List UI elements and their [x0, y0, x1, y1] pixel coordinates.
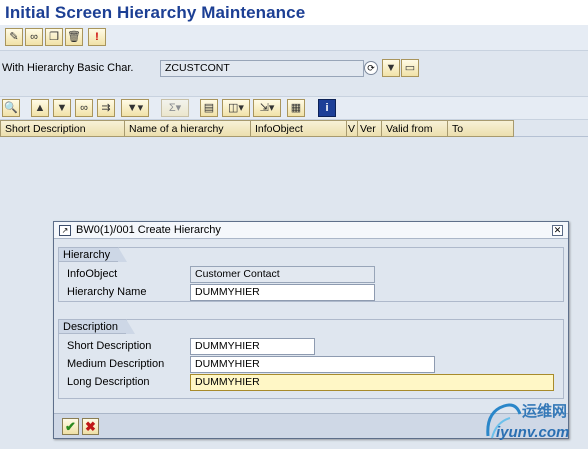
medium-description-label: Medium Description	[67, 358, 165, 370]
medium-description-field[interactable]: DUMMYHIER	[190, 356, 435, 373]
hierarchy-table-header: Short Description Name of a hierarchy In…	[0, 120, 588, 137]
export-dropdown-icon[interactable]: ⇲▾	[253, 99, 281, 117]
basic-char-field[interactable]: ZCUSTCONT	[160, 60, 364, 77]
change-pencil-icon[interactable]: ✎	[5, 28, 23, 46]
cancel-button[interactable]: ✖	[82, 418, 99, 435]
f4-help-icon[interactable]: ⟳	[364, 61, 378, 75]
dialog-title-bar: ↗ BW0(1)/001 Create Hierarchy ✕	[54, 222, 568, 239]
col-to[interactable]: To	[448, 120, 514, 137]
sort-ascending-icon[interactable]: ▲	[31, 99, 49, 117]
short-description-field[interactable]: DUMMYHIER	[190, 338, 315, 355]
long-description-label: Long Description	[67, 376, 150, 388]
info-exclamation-icon[interactable]: !	[88, 28, 106, 46]
details-magnifier-icon[interactable]: 🔍	[2, 99, 20, 117]
hierarchy-name-field[interactable]: DUMMYHIER	[190, 284, 375, 301]
short-description-label: Short Description	[67, 340, 152, 352]
sum-dropdown-icon: Σ▾	[161, 99, 189, 117]
col-hierarchy-name[interactable]: Name of a hierarchy	[125, 120, 251, 137]
watermark-logo: 运维网 iyunv.com	[482, 398, 586, 446]
col-short-description[interactable]: Short Description	[0, 120, 125, 137]
find-next-icon[interactable]: ⇉	[97, 99, 115, 117]
long-description-field[interactable]: DUMMYHIER	[190, 374, 554, 391]
trash-icon[interactable]: 🗑	[65, 28, 83, 46]
col-ver[interactable]: Ver	[358, 120, 382, 137]
page-title: Initial Screen Hierarchy Maintenance	[0, 0, 588, 25]
col-infoobject[interactable]: InfoObject	[251, 120, 347, 137]
infoobject-field: Customer Contact	[190, 266, 375, 283]
description-group-title: Description	[59, 319, 136, 334]
info-icon[interactable]: i	[318, 99, 336, 117]
cancel-x-icon: ✖	[85, 419, 96, 434]
print-icon[interactable]: ▤	[200, 99, 218, 117]
hierarchy-group: Hierarchy InfoObject Customer Contact Hi…	[58, 247, 564, 302]
sort-descending-icon[interactable]: ▼	[53, 99, 71, 117]
layout-grid-icon[interactable]: ▦	[287, 99, 305, 117]
copy-icon[interactable]: ❐	[45, 28, 63, 46]
display-glasses-icon[interactable]: ∞	[25, 28, 43, 46]
col-v[interactable]: V	[347, 120, 358, 137]
document-icon[interactable]: ▭	[401, 59, 419, 77]
window-icon: ↗	[59, 225, 71, 236]
application-toolbar: ✎ ∞ ❐ 🗑 !	[0, 25, 588, 51]
views-dropdown-icon[interactable]: ◫▾	[222, 99, 250, 117]
basic-char-label: With Hierarchy Basic Char.	[2, 62, 134, 74]
col-valid-from[interactable]: Valid from	[382, 120, 448, 137]
basic-char-row: With Hierarchy Basic Char. ZCUSTCONT ⟳ ▼…	[0, 58, 588, 82]
dialog-title: BW0(1)/001 Create Hierarchy	[76, 224, 221, 236]
filter-icon[interactable]: ▼	[382, 59, 400, 77]
close-icon[interactable]: ✕	[552, 225, 563, 236]
filter-dropdown-icon[interactable]: ▼▾	[121, 99, 149, 117]
infoobject-label: InfoObject	[67, 268, 118, 280]
confirm-button[interactable]: ✔	[62, 418, 79, 435]
description-group: Description Short Description DUMMYHIER …	[58, 319, 564, 399]
watermark-url-text: iyunv.com	[496, 424, 570, 441]
hierarchy-group-title: Hierarchy	[59, 247, 128, 262]
watermark-cn-text: 运维网	[522, 403, 568, 420]
find-binoculars-icon[interactable]: ∞	[75, 99, 93, 117]
hierarchy-name-label: Hierarchy Name	[67, 286, 147, 298]
hierarchy-toolbar: 🔍 ▲ ▼ ∞ ⇉ ▼▾ Σ▾ ▤ ◫▾ ⇲▾ ▦ i	[0, 96, 588, 120]
checkmark-icon: ✔	[65, 419, 76, 434]
